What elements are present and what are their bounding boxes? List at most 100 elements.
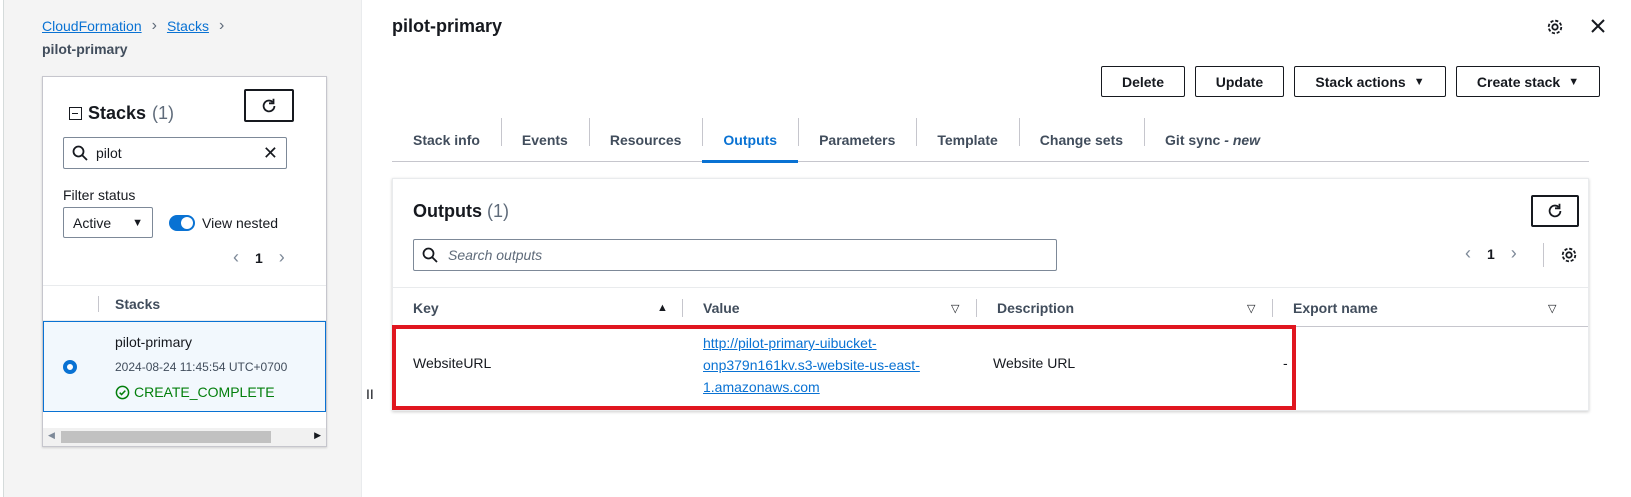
output-description: Website URL <box>993 355 1076 371</box>
stacks-refresh-button[interactable] <box>244 89 294 122</box>
column-description-label: Description <box>997 300 1075 316</box>
outputs-search <box>413 239 1057 271</box>
create-stack-label: Create stack <box>1476 73 1561 90</box>
stack-tabs: Stack info Events Resources Outputs Para… <box>392 118 1589 163</box>
chevron-left-icon[interactable]: ‹ <box>1465 243 1471 264</box>
column-divider[interactable] <box>1272 299 1273 317</box>
chevron-right-icon[interactable]: › <box>1511 243 1517 264</box>
tab-change-sets[interactable]: Change sets <box>1018 118 1144 162</box>
outputs-page-number[interactable]: 1 <box>1487 246 1495 262</box>
search-icon <box>422 247 438 263</box>
chevron-right-icon[interactable]: › <box>279 247 285 268</box>
outputs-count: (1) <box>487 201 510 221</box>
page-title: pilot-primary <box>392 16 503 36</box>
tab-git-sync-new: - new <box>1224 132 1261 148</box>
caret-down-icon: ▼ <box>1413 75 1425 88</box>
tab-stack-info[interactable]: Stack info <box>392 118 501 162</box>
view-nested-toggle[interactable] <box>169 215 195 231</box>
column-divider[interactable] <box>682 299 683 317</box>
stack-status-text: CREATE_COMPLETE <box>134 384 275 400</box>
outputs-table-header: Key ▲ Value ▽ Description ▽ Export name … <box>393 287 1588 327</box>
tab-parameters[interactable]: Parameters <box>798 118 916 162</box>
column-header-export-name[interactable]: Export name <box>1293 288 1378 328</box>
stacks-title: Stacks <box>88 103 147 123</box>
stacks-list-header: Stacks <box>43 285 326 321</box>
stack-actions-button[interactable]: Stack actions ▼ <box>1294 66 1446 97</box>
column-value-label: Value <box>703 300 740 316</box>
scroll-right-icon[interactable]: ▶ <box>314 430 321 441</box>
view-nested-label: View nested <box>202 215 279 231</box>
stack-radio[interactable] <box>63 360 77 374</box>
column-key-label: Key <box>413 300 439 316</box>
outputs-heading: Outputs (1) <box>413 201 509 222</box>
panel-resize-handle[interactable]: II <box>366 386 374 402</box>
clear-icon[interactable]: ✕ <box>263 144 278 162</box>
output-value-link[interactable]: http://pilot-primary-uibucket- onp379n16… <box>703 335 920 395</box>
output-value-line: http://pilot-primary-uibucket- <box>703 335 877 351</box>
stacks-column-header: Stacks <box>115 296 161 312</box>
breadcrumb-cloudformation[interactable]: CloudFormation <box>42 18 142 34</box>
collapse-icon[interactable] <box>69 107 82 120</box>
tab-outputs[interactable]: Outputs <box>702 118 798 163</box>
column-export-label: Export name <box>1293 300 1378 316</box>
stack-name[interactable]: pilot-primary <box>115 334 192 350</box>
breadcrumb-chevron-icon: › <box>151 17 157 34</box>
tab-events[interactable]: Events <box>500 118 589 162</box>
chevron-left-icon[interactable]: ‹ <box>233 247 239 268</box>
caret-down-icon: ▼ <box>132 216 143 229</box>
stack-actions-label: Stack actions <box>1315 73 1406 90</box>
tab-template[interactable]: Template <box>916 118 1018 162</box>
column-header-key[interactable]: Key <box>413 288 439 328</box>
breadcrumb-chevron-icon: › <box>218 17 225 34</box>
stacks-search: ✕ <box>63 137 287 169</box>
outputs-refresh-button[interactable] <box>1531 195 1579 227</box>
update-button[interactable]: Update <box>1195 66 1284 97</box>
filter-status-label: Filter status <box>63 187 136 203</box>
stack-status: CREATE_COMPLETE <box>115 384 275 400</box>
filter-status-select[interactable]: Active ▼ <box>63 207 153 238</box>
search-icon <box>72 145 88 161</box>
stacks-side-panel: CloudFormation › Stacks › pilot-primary … <box>3 0 362 497</box>
stacks-pagination: ‹ 1 › <box>233 247 285 268</box>
breadcrumb: CloudFormation › Stacks › <box>42 17 224 35</box>
stacks-heading: Stacks (1) <box>69 103 174 124</box>
column-header-description[interactable]: Description <box>997 288 1074 328</box>
stacks-list-card: Stacks (1) ✕ Filter status Active ▼ View… <box>42 76 327 447</box>
refresh-icon <box>1548 203 1562 218</box>
gear-icon[interactable] <box>1560 246 1578 264</box>
stack-date: 2024-08-24 11:45:54 UTC+0700 <box>115 360 288 374</box>
gear-icon[interactable] <box>1546 18 1564 36</box>
close-icon[interactable] <box>1588 16 1608 36</box>
refresh-icon <box>262 98 276 112</box>
check-circle-icon <box>115 385 130 399</box>
stacks-search-input[interactable] <box>96 145 246 161</box>
output-value: http://pilot-primary-uibucket- onp379n16… <box>703 332 920 398</box>
create-stack-button[interactable]: Create stack ▼ <box>1456 66 1600 97</box>
stack-row[interactable]: pilot-primary 2024-08-24 11:45:54 UTC+07… <box>43 321 326 412</box>
stacks-count: (1) <box>152 103 175 123</box>
caret-down-icon: ▼ <box>1568 75 1580 88</box>
tab-git-sync[interactable]: Git sync - new <box>1144 118 1281 162</box>
outputs-search-input[interactable] <box>448 247 1008 263</box>
column-header-value[interactable]: Value <box>703 288 740 328</box>
outputs-pagination: ‹ 1 › <box>1465 243 1517 264</box>
scrollbar-thumb[interactable] <box>61 431 271 443</box>
tab-git-sync-label: Git sync <box>1165 132 1221 148</box>
column-divider <box>98 296 99 312</box>
outputs-card: Outputs (1) ‹ 1 › Key ▲ Value ▽ Descript… <box>392 178 1589 411</box>
scroll-left-icon[interactable]: ◀ <box>48 430 55 441</box>
output-value-line: onp379n161kv.s3-website-us-east- <box>703 357 920 373</box>
delete-button[interactable]: Delete <box>1101 66 1185 97</box>
outputs-title: Outputs <box>413 201 482 221</box>
output-value-line: 1.amazonaws.com <box>703 379 820 395</box>
tab-resources[interactable]: Resources <box>588 118 703 162</box>
breadcrumb-current: pilot-primary <box>42 41 128 57</box>
column-divider[interactable] <box>976 299 977 317</box>
output-key: WebsiteURL <box>413 355 492 371</box>
breadcrumb-stacks[interactable]: Stacks <box>167 18 209 34</box>
pager-divider <box>1543 243 1544 267</box>
output-export-name: - <box>1283 355 1288 371</box>
filter-status-value: Active <box>73 214 112 231</box>
horizontal-scrollbar[interactable]: ◀ ▶ <box>43 428 326 446</box>
stacks-page-number[interactable]: 1 <box>255 250 263 266</box>
